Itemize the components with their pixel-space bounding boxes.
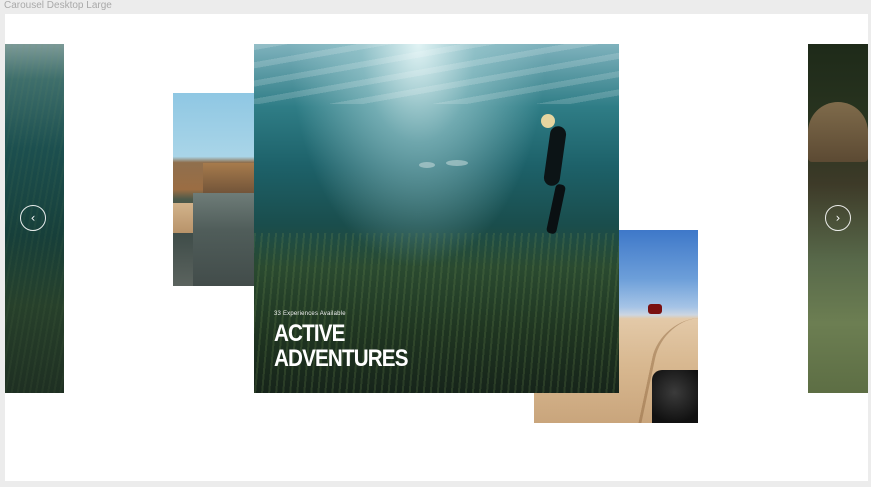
slide-active-diver — [539, 114, 569, 235]
slide-desert-bike — [652, 370, 698, 423]
frame-title: Carousel Desktop Large — [4, 0, 112, 11]
carousel-prev-button[interactable]: ‹ — [20, 205, 46, 231]
carousel-next-button[interactable]: › — [825, 205, 851, 231]
slide-far-right-hut — [808, 102, 868, 162]
chevron-left-icon: ‹ — [30, 211, 36, 225]
experience-count: 33 Experiences Available — [274, 311, 346, 317]
slide-river-canyon[interactable] — [173, 93, 265, 286]
chevron-right-icon: › — [835, 211, 841, 225]
slide-active[interactable]: 33 Experiences Available ACTIVE ADVENTUR… — [254, 44, 619, 393]
slide-active-caption: 33 Experiences Available ACTIVE ADVENTUR… — [274, 311, 429, 371]
slide-title-line-2: ADVENTURES — [274, 345, 408, 372]
slide-active-fish — [419, 162, 435, 168]
slide-title-line-1: ACTIVE — [274, 320, 345, 347]
slide-desert-rider — [648, 304, 662, 314]
slide-active-fish — [446, 160, 468, 166]
carousel: 33 Experiences Available ACTIVE ADVENTUR… — [5, 14, 868, 481]
slide-active-water-surface — [254, 44, 619, 104]
